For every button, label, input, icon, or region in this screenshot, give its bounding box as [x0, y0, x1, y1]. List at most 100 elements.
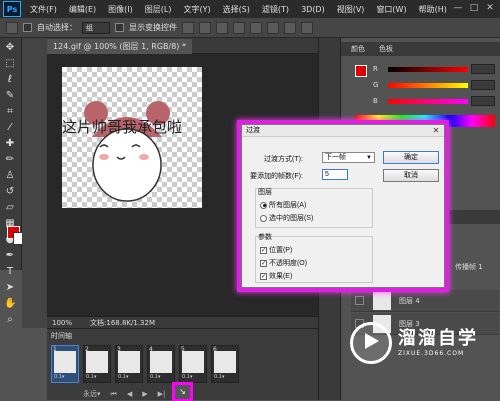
maximize-button[interactable]: □ — [468, 3, 480, 14]
menu-file[interactable]: 文件(F) — [24, 4, 63, 15]
all-layers-radio[interactable] — [260, 201, 267, 209]
align-bottom-icon[interactable] — [216, 21, 228, 34]
next-frame-icon[interactable]: ▶| — [158, 390, 166, 398]
frames-to-add-input[interactable]: 5 — [322, 169, 348, 180]
clone-stamp-tool-icon[interactable]: ♙ — [4, 170, 16, 182]
green-slider[interactable] — [388, 83, 468, 88]
tween-with-value: 下一帧 — [325, 154, 346, 161]
menu-layer[interactable]: 图层(L) — [139, 4, 178, 15]
eraser-tool-icon[interactable]: ▱ — [4, 202, 16, 214]
frame-delay[interactable]: 0.1▾ — [214, 374, 224, 380]
previous-frame-icon[interactable]: ◀ — [127, 390, 132, 398]
opacity-option[interactable]: ✓ 不透明度(O) — [260, 258, 307, 268]
red-slider[interactable] — [388, 67, 468, 72]
selected-layers-radio[interactable] — [260, 214, 267, 222]
red-label: R — [373, 65, 378, 73]
timeline-frame-4[interactable]: 4 0.1▾ — [147, 345, 175, 383]
tab-swatches[interactable]: 色板 — [375, 42, 397, 56]
menu-window[interactable]: 窗口(W) — [370, 4, 412, 15]
tab-color[interactable]: 颜色 — [347, 42, 369, 56]
propagate-frame-label[interactable]: 传播帧 1 — [455, 262, 483, 272]
crop-tool-icon[interactable]: ⌗ — [4, 106, 16, 118]
color-panel-foreground-swatch[interactable] — [355, 65, 367, 77]
marquee-tool-icon[interactable]: ⬚ — [4, 58, 16, 70]
layers-group-title: 图层 — [258, 189, 272, 196]
blue-value[interactable] — [471, 96, 495, 106]
align-top-icon[interactable] — [182, 21, 194, 34]
quick-select-tool-icon[interactable]: ✎ — [4, 90, 16, 102]
align-center-icon[interactable] — [250, 21, 262, 34]
frame-delay[interactable]: 0.1▾ — [54, 374, 64, 380]
options-bar: 自动选择： 组 显示变换控件 — [0, 18, 500, 38]
frame-delay[interactable]: 0.1▾ — [86, 374, 96, 380]
history-brush-tool-icon[interactable]: ↺ — [4, 186, 16, 198]
ok-button[interactable]: 确定 — [383, 151, 439, 164]
close-icon[interactable]: ✕ — [431, 126, 441, 136]
cancel-button[interactable]: 取消 — [383, 169, 439, 182]
red-value[interactable] — [471, 64, 495, 74]
position-option[interactable]: ✓ 位置(P) — [260, 245, 292, 255]
align-middle-icon[interactable] — [199, 21, 211, 34]
blue-slider[interactable] — [388, 99, 468, 104]
green-value[interactable] — [471, 80, 495, 90]
effects-option[interactable]: ✓ 效果(E) — [260, 271, 292, 281]
healing-tool-icon[interactable]: ✚ — [4, 138, 16, 150]
type-tool-icon[interactable]: T — [4, 266, 16, 278]
timeline-frame-1[interactable]: 1 0.1▾ — [51, 345, 79, 383]
align-left-icon[interactable] — [233, 21, 245, 34]
brush-tool-icon[interactable]: ✏ — [4, 154, 16, 166]
play-icon[interactable]: ▶ — [142, 390, 147, 398]
timeline-frame-6[interactable]: 6 0.1▾ — [211, 345, 239, 383]
timeline-frame-3[interactable]: 3 0.1▾ — [115, 345, 143, 383]
move-tool-icon[interactable] — [6, 21, 18, 34]
menu-filter[interactable]: 滤镜(T) — [256, 4, 295, 15]
zoom-level[interactable]: 100% — [52, 319, 72, 327]
pen-tool-icon[interactable]: ✒ — [4, 250, 16, 262]
frame-delay[interactable]: 0.1▾ — [182, 374, 192, 380]
first-frame-icon[interactable]: ⏮ — [111, 390, 117, 399]
move-tool-icon[interactable]: ✥ — [4, 42, 16, 54]
dialog-title: 过渡 — [242, 125, 444, 137]
layer-row[interactable]: 图层 4 — [351, 290, 499, 312]
timeline-frame-5[interactable]: 5 0.1▾ — [179, 345, 207, 383]
path-select-tool-icon[interactable]: ➤ — [4, 282, 16, 294]
hand-tool-icon[interactable]: ✋ — [4, 298, 16, 310]
minimize-button[interactable]: — — [452, 3, 464, 14]
menu-type[interactable]: 文字(Y) — [177, 4, 216, 15]
3d-mode-icon[interactable] — [301, 21, 313, 34]
position-checkbox[interactable]: ✓ — [260, 246, 267, 254]
tween-animation-frames-button[interactable]: ↘ — [172, 382, 193, 401]
menu-image[interactable]: 图像(I) — [102, 4, 139, 15]
document-canvas[interactable] — [62, 67, 202, 208]
menu-3d[interactable]: 3D(D) — [295, 5, 331, 14]
loop-option[interactable]: 永远▾ — [83, 389, 101, 399]
selected-layers-option[interactable]: 选中的图层(S) — [260, 213, 313, 223]
eyedropper-tool-icon[interactable]: ⁄ — [4, 122, 16, 134]
auto-select-checkbox[interactable] — [23, 23, 32, 32]
lasso-tool-icon[interactable]: ℓ — [4, 74, 16, 86]
align-right-icon[interactable] — [267, 21, 279, 34]
zoom-tool-icon[interactable]: ⌕ — [4, 314, 16, 326]
close-button[interactable]: ✕ — [484, 3, 496, 14]
photoshop-logo: Ps — [3, 1, 21, 17]
auto-select-dropdown[interactable]: 组 — [82, 21, 110, 34]
menu-edit[interactable]: 编辑(E) — [63, 4, 102, 15]
menu-view[interactable]: 视图(V) — [331, 4, 371, 15]
distribute-icon[interactable] — [284, 21, 296, 34]
layer-name: 图层 4 — [399, 297, 420, 305]
opacity-checkbox[interactable]: ✓ — [260, 259, 267, 267]
show-transform-checkbox[interactable] — [115, 23, 124, 32]
frame-delay[interactable]: 0.1▾ — [150, 374, 160, 380]
effects-label: 效果(E) — [268, 273, 293, 280]
document-tab[interactable]: 124.gif @ 100% (图层 1, RGB/8) * — [47, 39, 192, 54]
effects-checkbox[interactable]: ✓ — [260, 272, 267, 280]
timeline-frame-2[interactable]: 2 0.1▾ — [83, 345, 111, 383]
frame-thumbnail — [118, 351, 140, 373]
position-label: 位置(P) — [268, 247, 293, 254]
menu-help[interactable]: 帮助(H) — [413, 4, 453, 15]
menu-select[interactable]: 选择(S) — [217, 4, 256, 15]
visibility-checkbox[interactable] — [355, 296, 364, 305]
tween-with-dropdown[interactable]: 下一帧 ▼ — [322, 152, 375, 163]
all-layers-option[interactable]: 所有图层(A) — [260, 200, 306, 210]
frame-delay[interactable]: 0.1▾ — [118, 374, 128, 380]
